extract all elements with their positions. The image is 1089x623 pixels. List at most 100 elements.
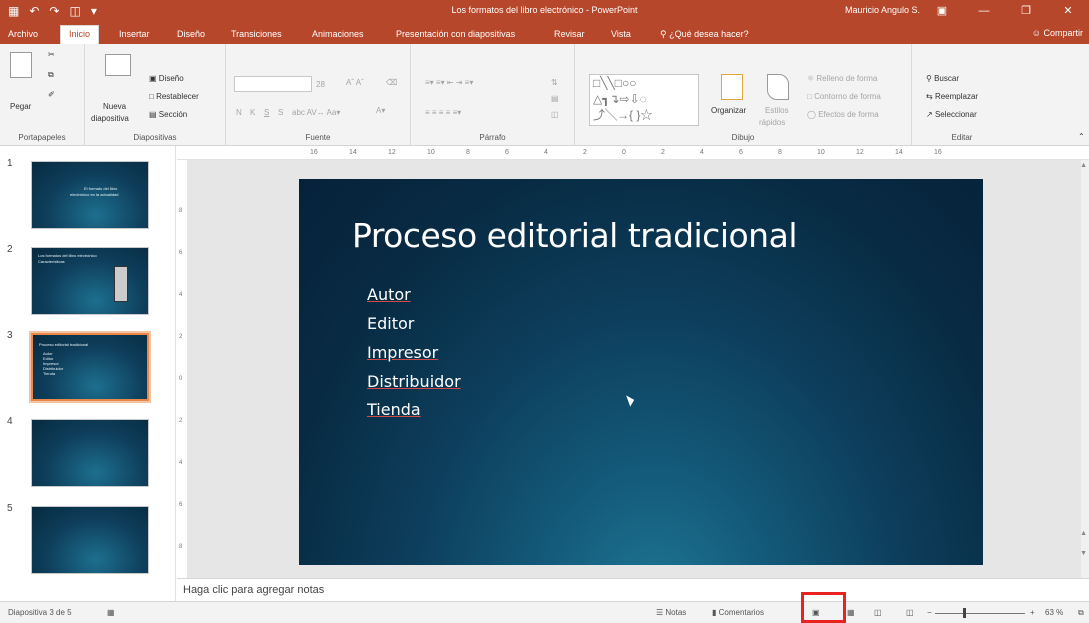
zoom-in-icon[interactable]: + <box>1030 608 1035 617</box>
notes-button[interactable]: ☰ Notas <box>656 608 686 617</box>
shapes-gallery[interactable]: □╲╲□○○ △┓↴⇨⇩◌ ⤴╲→{ }☆ <box>589 74 699 126</box>
collapse-ribbon-icon[interactable]: ⌃ <box>1078 132 1085 141</box>
reading-view-icon[interactable]: ◫ <box>874 608 882 617</box>
shape-outline-button[interactable]: □ Contorno de forma <box>807 92 881 101</box>
underline-button[interactable]: S <box>264 108 269 117</box>
arrange-label[interactable]: Organizar <box>711 106 746 115</box>
comments-button[interactable]: ▮ Comentarios <box>712 608 764 617</box>
spellcheck-icon[interactable]: ▦ <box>107 608 115 617</box>
group-label: Fuente <box>305 133 331 142</box>
tab-inicio[interactable]: Inicio <box>60 25 100 44</box>
ruler-tick: 2 <box>179 418 183 424</box>
font-size-input[interactable]: 28 <box>316 80 325 89</box>
quick-styles-icon[interactable] <box>767 74 789 100</box>
tell-me-box[interactable]: ⚲ ¿Qué desea hacer? <box>660 26 749 44</box>
slide-bullet[interactable]: Distribuidor <box>367 372 461 391</box>
tab-presentacion[interactable]: Presentación con diapositivas <box>396 26 515 44</box>
slide-thumbnail-3[interactable]: Proceso editorial tradicional Autor Edit… <box>29 331 151 403</box>
tab-insertar[interactable]: Insertar <box>119 26 150 44</box>
current-slide[interactable]: Proceso editorial tradicional Autor Edit… <box>299 179 983 565</box>
copy-icon[interactable]: ⧉ <box>48 70 54 80</box>
thumb-text: Proceso editorial tradicional <box>39 342 89 347</box>
smartart-icon[interactable]: ◫ <box>551 110 559 119</box>
notes-pane[interactable]: Haga clic para agregar notas <box>177 578 1089 601</box>
format-painter-icon[interactable]: ✐ <box>48 90 55 99</box>
fit-to-window-icon[interactable]: ⧉ <box>1078 608 1084 618</box>
new-slide-icon[interactable] <box>105 54 131 76</box>
arrange-icon[interactable] <box>721 74 743 100</box>
zoom-slider[interactable] <box>935 613 1025 614</box>
tab-revisar[interactable]: Revisar <box>554 26 585 44</box>
replace-label: Reemplazar <box>934 92 979 101</box>
bold-button[interactable]: N <box>236 108 242 117</box>
slide-counter: Diapositiva 3 de 5 <box>8 608 72 617</box>
strikethrough-icon[interactable]: abc AV↔ Aa▾ <box>292 108 340 117</box>
group-fuente: 28 Aˆ Aˇ ⌫ N K S S abc AV↔ Aa▾ A▾ Fuente <box>226 44 411 145</box>
font-color-icon[interactable]: A▾ <box>376 106 385 115</box>
ruler-tick: 10 <box>427 149 435 156</box>
slide-sorter-icon[interactable]: ▦ <box>847 608 855 617</box>
user-name[interactable]: Mauricio Angulo S. <box>845 5 920 15</box>
slide-bullet[interactable]: Autor <box>367 285 411 304</box>
bullets-icon[interactable]: ≡▾ ≡▾ ⇤ ⇥ ≡▾ <box>425 78 473 87</box>
align-icons[interactable]: ≡ ≡ ≡ ≡ ≡▾ <box>425 108 461 117</box>
zoom-level[interactable]: 63 % <box>1045 608 1063 617</box>
restore-icon[interactable]: ❐ <box>1005 0 1047 22</box>
paste-icon[interactable] <box>10 52 32 78</box>
shape-outline-icon: □ <box>807 92 815 101</box>
tab-transiciones[interactable]: Transiciones <box>231 26 282 44</box>
close-icon[interactable]: ✕ <box>1047 0 1089 22</box>
font-name-input[interactable] <box>234 76 312 92</box>
next-slide-icon[interactable]: ▼ <box>1080 550 1087 557</box>
clear-format-icon[interactable]: ⌫ <box>386 78 397 87</box>
vertical-scrollbar[interactable]: ▲ ▲ ▼ <box>1080 160 1089 578</box>
paste-label[interactable]: Pegar <box>10 102 31 111</box>
find-button[interactable]: ⚲ Buscar <box>926 74 959 83</box>
layout-label: Diseño <box>158 74 184 83</box>
slide-bullet[interactable]: Impresor <box>367 343 438 362</box>
slide-thumbnail-4[interactable] <box>31 419 149 487</box>
tab-diseno[interactable]: Diseño <box>177 26 205 44</box>
select-button[interactable]: ↗ Seleccionar <box>926 110 977 119</box>
slideshow-icon[interactable]: ◫ <box>906 608 914 617</box>
section-icon: ▤ <box>149 110 159 119</box>
replace-button[interactable]: ⇆ Reemplazar <box>926 92 978 101</box>
italic-button[interactable]: K <box>250 108 255 117</box>
ribbon-display-options-icon[interactable]: ▣ <box>921 0 963 22</box>
scroll-up-icon[interactable]: ▲ <box>1080 162 1087 169</box>
tab-vista[interactable]: Vista <box>611 26 631 44</box>
slide-bullet[interactable]: Editor <box>367 314 414 333</box>
slide-thumbnail-1[interactable]: El formato del libro electrónico en la a… <box>31 161 149 229</box>
new-slide-label-2[interactable]: diapositiva <box>91 114 129 123</box>
window-controls: ▣ — ❐ ✕ <box>921 0 1089 22</box>
tab-archivo[interactable]: Archivo <box>8 26 38 44</box>
grow-font-icon[interactable]: Aˆ Aˇ <box>346 78 364 87</box>
text-direction-icon[interactable]: ⇅ <box>551 78 558 87</box>
zoom-slider-thumb[interactable] <box>963 608 966 618</box>
quick-styles-label[interactable]: Estilos <box>765 106 789 115</box>
prev-slide-icon[interactable]: ▲ <box>1080 530 1087 537</box>
cut-icon[interactable]: ✂ <box>48 50 55 59</box>
share-button[interactable]: ☺ Compartir <box>1028 25 1083 41</box>
new-slide-label[interactable]: Nueva <box>103 102 126 111</box>
quick-styles-label-2[interactable]: rápidos <box>759 118 785 127</box>
zoom-out-icon[interactable]: − <box>927 608 932 617</box>
align-text-icon[interactable]: ▤ <box>551 94 559 103</box>
shape-effects-button[interactable]: ◯ Efectos de forma <box>807 110 879 119</box>
slide-bullet[interactable]: Tienda <box>367 400 421 419</box>
horizontal-ruler: 16 14 12 10 8 6 4 2 0 2 4 6 8 10 12 14 1… <box>177 146 1089 160</box>
section-button[interactable]: ▤ Sección <box>149 110 187 119</box>
shadow-button[interactable]: S <box>278 108 283 117</box>
shape-fill-label: Relleno de forma <box>816 74 878 83</box>
ruler-tick: 16 <box>310 149 318 156</box>
group-dibujo: □╲╲□○○ △┓↴⇨⇩◌ ⤴╲→{ }☆ Organizar Estilos rá… <box>575 44 912 145</box>
tab-animaciones[interactable]: Animaciones <box>312 26 364 44</box>
slide-thumbnail-5[interactable] <box>31 506 149 574</box>
slide-title[interactable]: Proceso editorial tradicional <box>352 216 798 255</box>
slide-thumbnail-2[interactable]: Los formatos del libro electrónico Carac… <box>31 247 149 315</box>
reset-button[interactable]: □ Restablecer <box>149 92 199 101</box>
minimize-icon[interactable]: — <box>963 0 1005 22</box>
group-editar: ⚲ Buscar ⇆ Reemplazar ↗ Seleccionar Edit… <box>912 44 1012 145</box>
layout-button[interactable]: ▣ Diseño <box>149 74 184 83</box>
shape-fill-button[interactable]: ⚛ Relleno de forma <box>807 74 877 83</box>
